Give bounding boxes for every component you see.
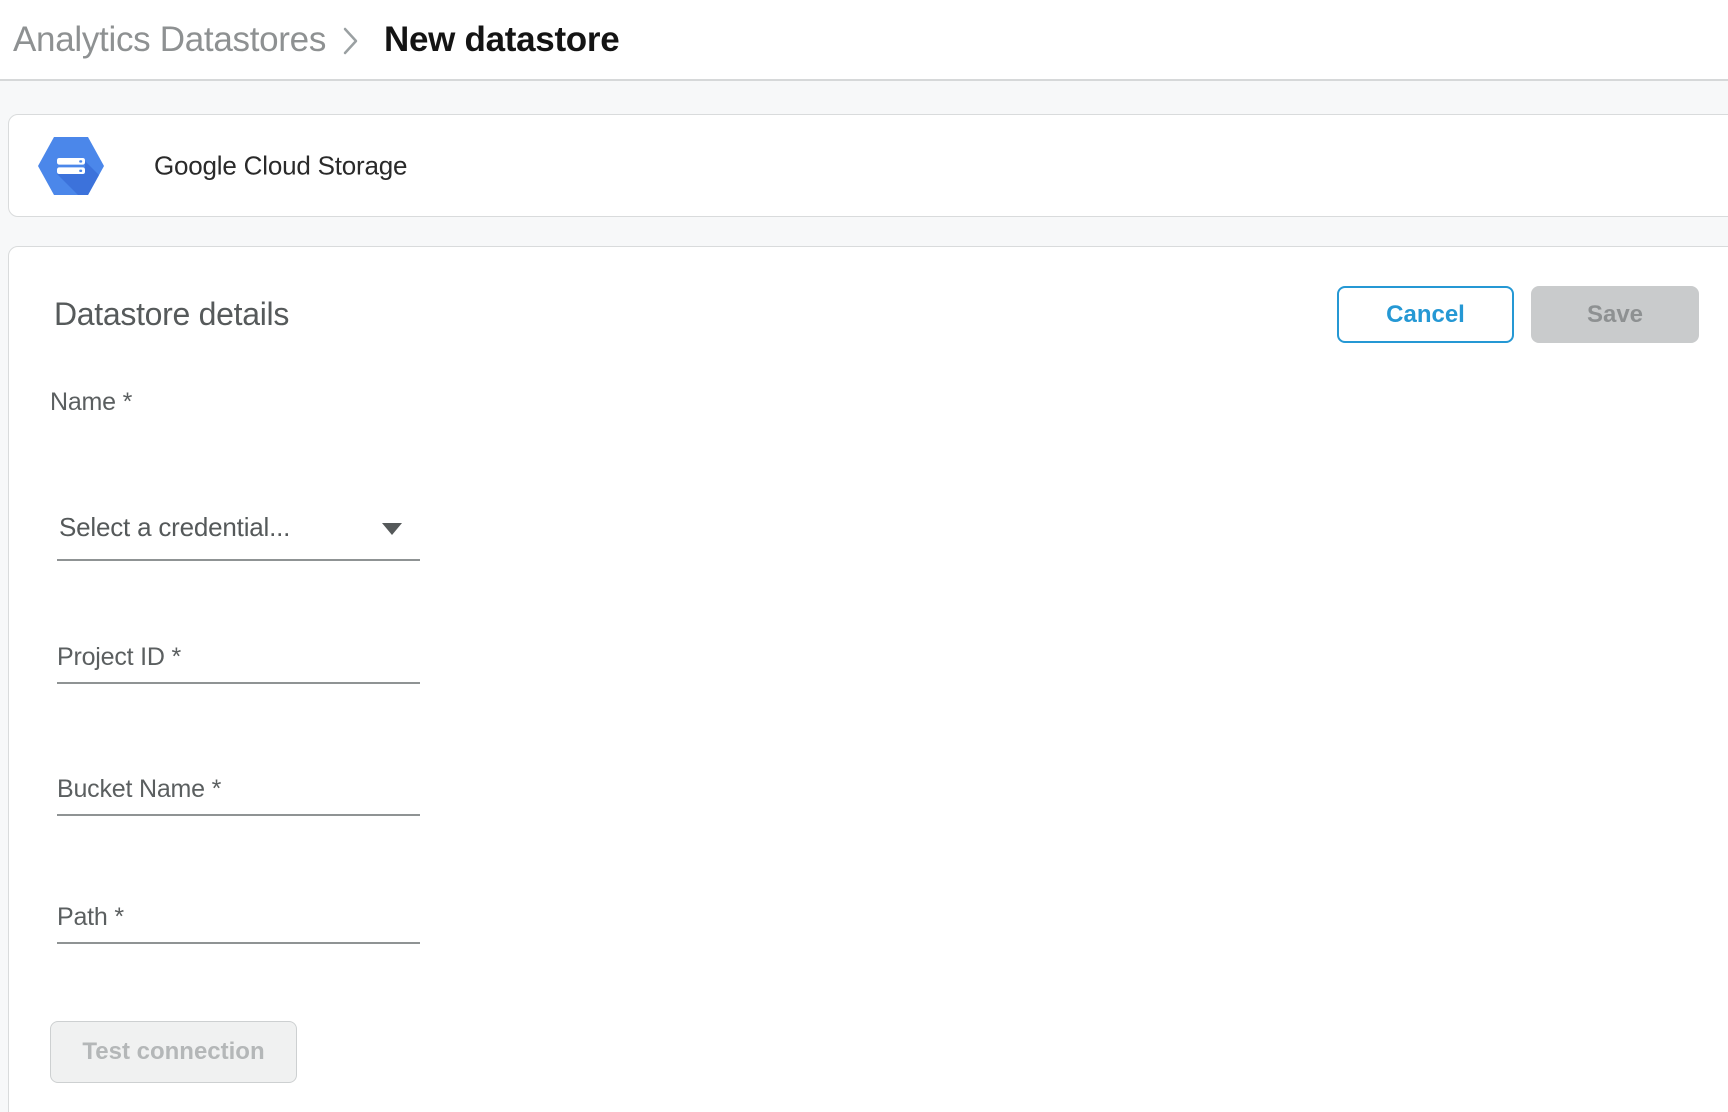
connector-title: Google Cloud Storage [154,150,407,181]
cancel-button[interactable]: Cancel [1337,286,1514,343]
connector-type-card: Google Cloud Storage [8,114,1728,217]
test-connection-button[interactable]: Test connection [50,1021,297,1083]
credential-select[interactable]: Select a credential... [50,512,420,543]
page-header: Analytics Datastores New datastore [0,0,1728,81]
path-input[interactable]: Path * [50,903,420,932]
save-button[interactable]: Save [1531,286,1699,343]
chevron-right-icon [342,26,360,56]
path-input-underline [57,942,420,944]
name-field: Name * [50,388,420,417]
bucket-name-input[interactable]: Bucket Name * [50,775,420,804]
credential-select-value: Select a credential... [50,512,420,543]
project-id-input[interactable]: Project ID * [50,643,420,672]
credential-select-underline [57,559,420,561]
breadcrumb: Analytics Datastores New datastore [0,20,619,60]
path-input-placeholder: Path * [50,903,420,932]
page-title: New datastore [384,20,619,60]
name-field-label: Name * [50,388,420,417]
project-id-input-placeholder: Project ID * [50,643,420,672]
project-id-input-underline [57,682,420,684]
google-cloud-storage-icon [38,137,104,195]
datastore-details-panel: Datastore details Cancel Save Name * Sel… [8,246,1728,1112]
bucket-name-input-placeholder: Bucket Name * [50,775,420,804]
panel-title: Datastore details [54,296,289,333]
chevron-down-icon [382,523,402,535]
bucket-name-input-underline [57,814,420,816]
breadcrumb-parent-link[interactable]: Analytics Datastores [13,20,326,60]
